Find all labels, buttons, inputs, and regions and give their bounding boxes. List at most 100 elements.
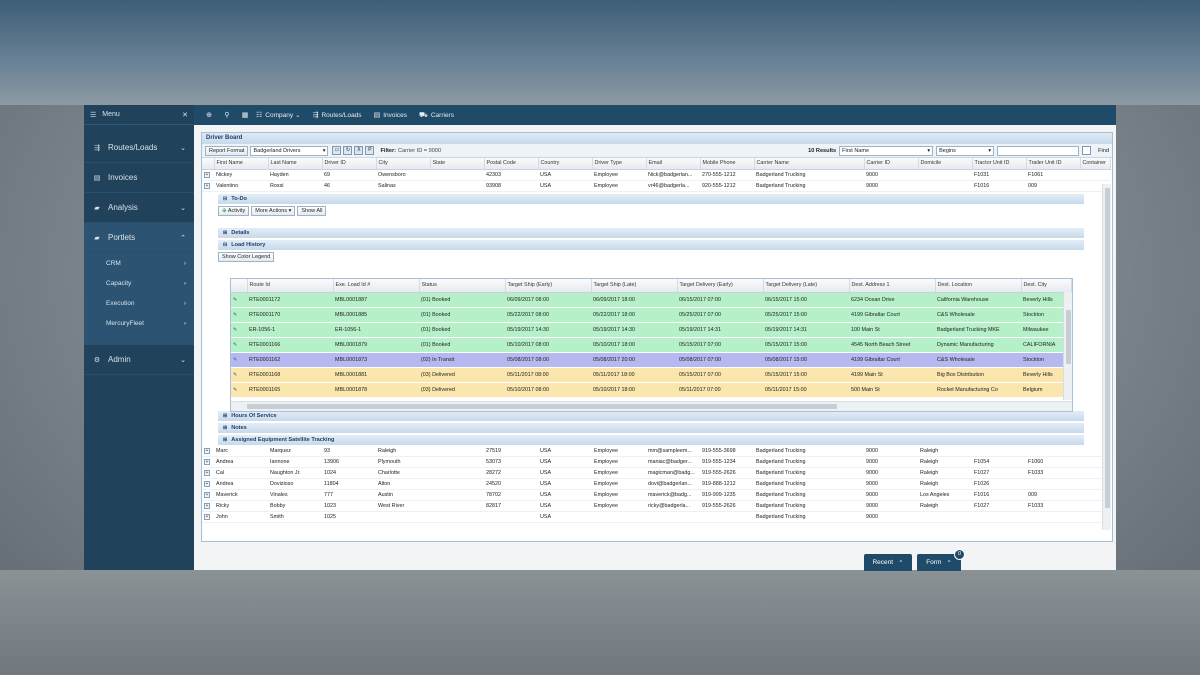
table-row[interactable]: + John Smith 1025 USA Badgerland Trucking 9000 [202,511,1110,523]
more-actions-button[interactable]: More Actions ▾ [251,206,296,216]
column-header[interactable]: Driver Type [592,158,647,170]
show-all-button[interactable]: Show All [297,206,327,216]
refresh-icon[interactable]: ↻ [343,146,353,155]
section-notes[interactable]: ⊞ Notes [218,422,1084,433]
routes-loads-button[interactable]: ⇶ Routes/Loads [313,111,362,120]
section-load-history[interactable]: ⊟ Load History [218,239,1084,250]
expand-row-icon[interactable]: + [204,481,210,487]
search-input[interactable] [997,145,1080,156]
calculator-icon[interactable]: ▦ [238,111,252,119]
column-header[interactable]: Carrier ID [864,158,919,170]
row-icon-cell[interactable]: ✎ [231,292,247,308]
edit-load-icon[interactable]: ✎ [233,357,237,363]
carriers-button[interactable]: ⛟ Carriers [419,111,454,120]
report-select[interactable]: Badgerland Drivers ▾ [250,145,329,156]
load-row[interactable]: ✎ RTE0001172 MBL0001887 (01) Booked 06/09/20… [231,292,1071,308]
column-header[interactable]: Dest. Location [935,279,1022,293]
vscroll-thumb[interactable] [1066,310,1071,364]
load-history-vscroll[interactable] [1063,292,1072,400]
menu-toggle[interactable]: ☰ Menu ✕ [84,105,194,125]
section-satellite-tracking[interactable]: ⊞ Assigned Equipment Satellite Tracking [218,434,1084,445]
edit-load-icon[interactable]: ✎ [233,312,237,318]
grid-view-icon[interactable]: ▭ [332,146,342,155]
column-header[interactable]: Driver ID [322,158,377,170]
add-icon[interactable]: ⊕ [202,111,216,119]
column-header[interactable]: Exe. Load Id # [333,279,420,293]
table-row[interactable]: + Andrea Dovizioso 11804 Alton 24520 USA Employ… [202,478,1110,490]
edit-load-icon[interactable]: ✎ [233,327,237,333]
column-header[interactable]: Dest. City [1021,279,1072,293]
hscroll-thumb[interactable] [247,404,837,409]
route-settings-icon[interactable]: ⚲ [220,111,234,119]
section-details[interactable]: ⊞ Details [218,227,1084,238]
expand-row-icon[interactable]: + [204,470,210,476]
table-row[interactable]: + Cal Naughton Jr. 1024 Charlotte 28272 USA Emp… [202,467,1110,479]
load-row[interactable]: ✎ RTE0001166 MBL0001879 (01) Booked 05/10/20… [231,337,1071,353]
load-row[interactable]: ✎ RTE0001170 MBL0001885 (01) Booked 05/22/20… [231,307,1071,323]
column-header[interactable]: Postal Code [484,158,539,170]
column-header[interactable]: Target Ship (Early) [505,279,592,293]
expand-row-icon[interactable]: + [204,447,210,454]
expand-cell[interactable]: + [202,489,214,501]
search-checkbox[interactable] [1082,146,1092,155]
table-row[interactable]: + Andrea Iannone 13906 Plymouth 53073 USA Emplo… [202,456,1110,468]
row-icon-cell[interactable]: ✎ [231,307,247,323]
edit-load-icon[interactable]: ✎ [233,297,237,303]
column-header[interactable]: Container [1080,158,1111,170]
column-header[interactable]: Carrier Name [754,158,865,170]
row-icon-cell[interactable]: ✎ [231,322,247,338]
expand-cell[interactable]: + [202,445,214,457]
sidebar-item-admin[interactable]: ⚙ Admin ⌄ [84,345,194,375]
show-color-legend-button[interactable]: Show Color Legend [218,252,275,262]
edit-load-icon[interactable]: ✎ [233,342,237,348]
expand-cell[interactable]: + [202,500,214,512]
driver-vscroll-thumb[interactable] [1105,188,1110,508]
table-row[interactable]: + Ricky Bobby 1023 West River 82817 USA Employe… [202,500,1110,512]
recent-button[interactable]: Recent ⌃ [864,554,912,571]
expand-cell[interactable]: + [202,180,214,192]
table-row[interactable]: + Nickey Hayden 69 Owensboro 42303 USA Employee… [202,169,1110,181]
table-row[interactable]: + Maverick Vinales 777 Austin 78702 USA Employe… [202,489,1110,501]
column-header[interactable]: City [376,158,431,170]
expand-row-icon[interactable]: + [204,171,210,178]
sidebar-sub-crm[interactable]: CRM › [84,253,194,273]
column-header[interactable]: Target Ship (Late) [591,279,678,293]
sidebar-sub-execution[interactable]: Execution › [84,293,194,313]
section-hours-of-service[interactable]: ⊞ Hours Of Service [218,410,1084,421]
column-header[interactable]: Status [419,279,506,293]
row-icon-cell[interactable]: ✎ [231,382,247,398]
row-icon-cell[interactable]: ✎ [231,352,247,368]
load-row[interactable]: ✎ RTE0001168 MBL0001881 (03) Delivered 05/11… [231,367,1071,383]
expand-cell[interactable]: + [202,478,214,490]
expand-cell[interactable]: + [202,169,214,181]
column-header[interactable]: Target Delivery (Late) [763,279,850,293]
column-header[interactable]: Trailer Unit ID [1026,158,1081,170]
report-format-button[interactable]: Report Format [205,145,249,156]
expand-cell[interactable]: + [202,467,214,479]
column-header[interactable]: Mobile Phone [700,158,755,170]
sidebar-item-routes-loads[interactable]: ⇶ Routes/Loads ⌄ [84,133,194,163]
expand-row-icon[interactable]: + [204,182,210,189]
table-row[interactable]: + Valentino Rossi 46 Salinas 93908 USA Employee… [202,180,1110,192]
load-history-hscroll[interactable] [231,401,1072,411]
activity-button[interactable]: ⊕ Activity [218,206,250,216]
section-todo[interactable]: ⊟ To-Do [218,193,1084,204]
column-header[interactable]: Last Name [268,158,323,170]
row-icon-cell[interactable]: ✎ [231,367,247,383]
expand-cell[interactable]: + [202,456,214,468]
expand-row-icon[interactable]: + [204,459,210,465]
expand-row-icon[interactable]: + [204,492,210,498]
search-operator-select[interactable]: Begins ▾ [936,145,995,156]
column-header[interactable]: Target Delivery (Early) [677,279,764,293]
column-header[interactable]: Tractor Unit ID [972,158,1027,170]
sidebar-item-invoices[interactable]: ▤ Invoices [84,163,194,193]
edit-load-icon[interactable]: ✎ [233,387,237,393]
export-pdf-icon[interactable]: P [365,146,375,155]
column-header[interactable]: Dest. Address 1 [849,279,936,293]
column-header[interactable]: State [430,158,485,170]
column-header[interactable]: Route Id [247,279,334,293]
load-row[interactable]: ✎ ER-1056-1 ER-1056-1 (01) Booked 05/19/2017… [231,322,1071,338]
expand-row-icon[interactable]: + [204,514,210,520]
column-header[interactable]: First Name [214,158,269,170]
company-menu[interactable]: ☷ Company ⌄ [256,111,301,120]
